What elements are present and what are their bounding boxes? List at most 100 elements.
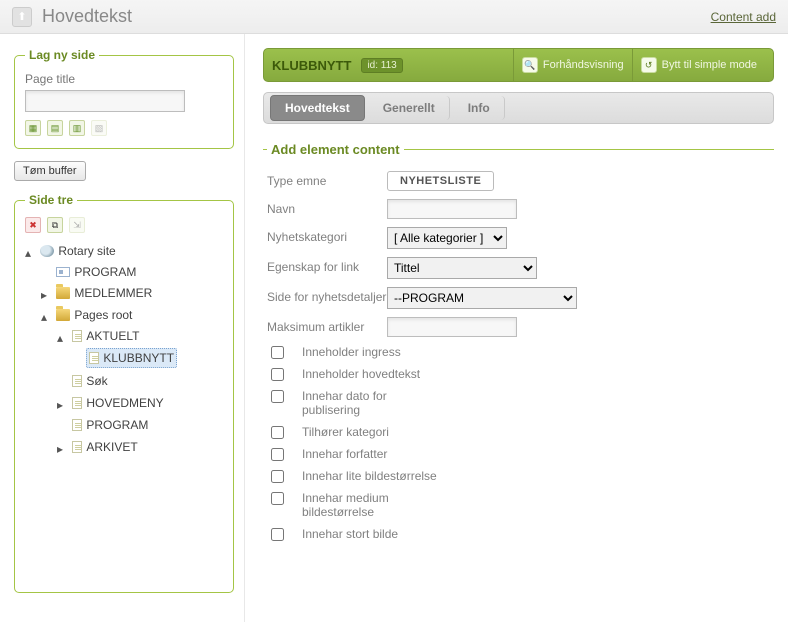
chk-hovedtekst[interactable] (271, 368, 284, 381)
chk-kategori[interactable] (271, 426, 284, 439)
tree-item-aktuelt[interactable]: AKTUELT (70, 327, 141, 345)
tree-toggle[interactable]: ▴ (41, 308, 51, 326)
page-tree-panel: Side tre ✖ ⧉ ⇲ ▴ Rotary site (14, 193, 234, 593)
chk-bilde-medium[interactable] (271, 492, 284, 505)
page-title-label: Page title (25, 72, 223, 86)
new-page-icons: ▦ ▤ ▥ ▧ (25, 120, 223, 136)
page-icon (72, 419, 82, 431)
row-type: Type emne NYHETSLISTE (267, 171, 770, 191)
new-page-legend: Lag ny side (25, 48, 99, 62)
tree-item-program2[interactable]: PROGRAM (70, 416, 150, 434)
copy-icon[interactable]: ⧉ (47, 217, 63, 233)
tree-toggle[interactable]: ▴ (25, 244, 35, 262)
row-navn: Navn (267, 199, 770, 219)
delete-icon[interactable]: ✖ (25, 217, 41, 233)
globe-icon (40, 245, 54, 257)
chk-label: Innehar forfatter (302, 447, 387, 461)
add-page-alt-icon[interactable]: ▤ (47, 120, 63, 136)
content-page-name: KLUBBNYTT (272, 58, 351, 73)
chk-label: Innehar medium bildestørrelse (302, 491, 442, 519)
chk-label: Inneholder ingress (302, 345, 401, 359)
tree-toggle[interactable]: ▸ (57, 440, 67, 458)
row-side: Side for nyhetsdetaljer --PROGRAM (267, 287, 770, 309)
content-add-link[interactable]: Content add (711, 10, 776, 24)
label-max: Maksimum artikler (267, 317, 387, 334)
chk-label: Innehar dato for publisering (302, 389, 442, 417)
tree-toggle[interactable]: ▸ (41, 286, 51, 304)
chk-row-6: Innehar medium bildestørrelse (267, 491, 770, 519)
tree-item-program[interactable]: PROGRAM (54, 263, 138, 281)
new-page-panel: Lag ny side Page title ▦ ▤ ▥ ▧ (14, 48, 234, 149)
max-input[interactable] (387, 317, 517, 337)
add-page-alt2-icon[interactable]: ▥ (69, 120, 85, 136)
linkprop-select[interactable]: Tittel (387, 257, 537, 279)
page-tree: ▴ Rotary site PROGRAM (25, 241, 223, 461)
row-kategori: Nyhetskategori [ Alle kategorier ] (267, 227, 770, 249)
page-icon (72, 375, 82, 387)
tab-bar: Hovedtekst Generellt Info (263, 92, 774, 124)
page-icon (89, 352, 99, 364)
page-title: Hovedtekst (42, 6, 711, 27)
chk-ingress[interactable] (271, 346, 284, 359)
tree-root-label: Rotary site (58, 242, 115, 260)
chk-label: Tilhører kategori (302, 425, 389, 439)
tree-item-pagesroot[interactable]: Pages root (54, 306, 134, 324)
preview-button[interactable]: 🔍 Forhåndsvisning (513, 49, 632, 81)
page-icon (72, 397, 82, 409)
row-max: Maksimum artikler (267, 317, 770, 337)
kategori-select[interactable]: [ Alle kategorier ] (387, 227, 507, 249)
tab-hovedtekst[interactable]: Hovedtekst (270, 95, 365, 121)
paste-icon[interactable]: ⇲ (69, 217, 85, 233)
card-icon (56, 267, 70, 277)
label-type: Type emne (267, 171, 387, 188)
chk-label: Inneholder hovedtekst (302, 367, 420, 381)
label-linkprop: Egenskap for link (267, 257, 387, 274)
home-button[interactable]: ⬆ (12, 7, 32, 27)
content-area: KLUBBNYTT id: 113 🔍 Forhåndsvisning ↺ By… (244, 34, 788, 622)
add-page-disabled-icon: ▧ (91, 120, 107, 136)
chk-bilde-lite[interactable] (271, 470, 284, 483)
label-navn: Navn (267, 199, 387, 216)
id-badge: id: 113 (361, 58, 402, 73)
tree-item-sok[interactable]: Søk (70, 372, 109, 390)
tab-generellt[interactable]: Generellt (369, 96, 450, 120)
folder-icon (56, 287, 70, 299)
add-element-panel: Add element content Type emne NYHETSLIST… (263, 142, 774, 553)
chk-row-4: Innehar forfatter (267, 447, 770, 461)
type-value: NYHETSLISTE (387, 171, 494, 191)
chk-forfatter[interactable] (271, 448, 284, 461)
folder-icon (56, 309, 70, 321)
tree-root[interactable]: Rotary site (38, 242, 117, 260)
page-tree-legend: Side tre (25, 193, 77, 207)
sidebar: Lag ny side Page title ▦ ▤ ▥ ▧ Tøm buffe… (0, 34, 244, 622)
tree-item-hovedmeny[interactable]: HOVEDMENY (70, 394, 165, 412)
page-title-input[interactable] (25, 90, 185, 112)
magnifier-icon: 🔍 (522, 57, 538, 73)
checkbox-list: Inneholder ingress Inneholder hovedtekst… (267, 345, 770, 541)
chk-row-3: Tilhører kategori (267, 425, 770, 439)
chk-bilde-stort[interactable] (271, 528, 284, 541)
add-element-legend: Add element content (267, 142, 404, 157)
page-icon (72, 441, 82, 453)
tree-item-klubbnytt[interactable]: KLUBBNYTT (86, 348, 177, 368)
chk-dato[interactable] (271, 390, 284, 403)
main-area: Lag ny side Page title ▦ ▤ ▥ ▧ Tøm buffe… (0, 34, 788, 622)
tree-toggle[interactable]: ▴ (57, 329, 67, 347)
navn-input[interactable] (387, 199, 517, 219)
label-side: Side for nyhetsdetaljer (267, 287, 387, 304)
home-icon: ⬆ (17, 10, 26, 23)
top-bar: ⬆ Hovedtekst Content add (0, 0, 788, 34)
side-select[interactable]: --PROGRAM (387, 287, 577, 309)
chk-label: Innehar stort bilde (302, 527, 398, 541)
tree-toggle[interactable]: ▸ (57, 396, 67, 414)
add-page-icon[interactable]: ▦ (25, 120, 41, 136)
chk-row-7: Innehar stort bilde (267, 527, 770, 541)
clear-buffer-button[interactable]: Tøm buffer (14, 161, 86, 181)
page-icon (72, 330, 82, 342)
simple-mode-button[interactable]: ↺ Bytt til simple mode (632, 49, 765, 81)
title-bar: KLUBBNYTT id: 113 🔍 Forhåndsvisning ↺ By… (263, 48, 774, 82)
tab-info[interactable]: Info (454, 96, 505, 120)
chk-row-0: Inneholder ingress (267, 345, 770, 359)
tree-item-medlemmer[interactable]: MEDLEMMER (54, 284, 154, 302)
tree-item-arkivet[interactable]: ARKIVET (70, 438, 139, 456)
